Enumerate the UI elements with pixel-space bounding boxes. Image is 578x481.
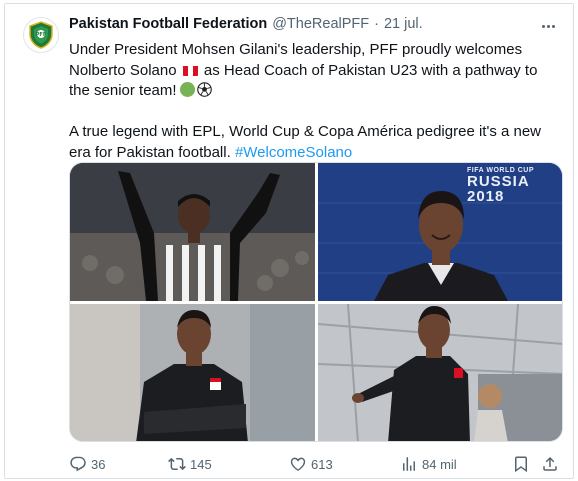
author-name[interactable]: Pakistan Football Federation (69, 16, 267, 32)
peru-flag-icon (182, 64, 198, 76)
retweet-button[interactable]: 145 (168, 453, 212, 475)
tweet-text: Under President Mohsen Gilani's leadersh… (69, 40, 561, 163)
wc-logo-main: RUSSIA (466, 173, 530, 190)
photo-world-cup-portrait[interactable]: FIFA WORLD CUP RUSSIA 2018 (318, 163, 562, 301)
photo-arms-crossed[interactable] (70, 304, 315, 441)
photo-1-art (70, 163, 315, 301)
green-circle-icon (179, 82, 195, 97)
pff-logo-icon: PFF (29, 21, 53, 49)
media-grid: FIFA WORLD CUP RUSSIA 2018 (69, 162, 563, 442)
bookmark-icon (515, 456, 527, 473)
photo-celebrating[interactable] (70, 163, 315, 301)
retweet-count: 145 (190, 456, 212, 472)
author-handle[interactable]: @TheRealPFF (272, 16, 369, 32)
more-options-button[interactable] (537, 16, 559, 36)
tweet-date[interactable]: 21 jul. (384, 16, 423, 32)
photo-pointing-sideline[interactable] (318, 304, 562, 441)
views-icon (403, 457, 415, 471)
views-button[interactable]: 84 mil (400, 453, 457, 475)
world-cup-logo: FIFA WORLD CUP RUSSIA 2018 (467, 167, 534, 204)
reply-icon (70, 456, 86, 472)
photo-3-art (70, 304, 315, 441)
bookmark-button[interactable] (512, 453, 530, 475)
separator-dot: · (374, 16, 379, 32)
like-icon (290, 457, 306, 471)
tweet-paragraph-2: A true legend with EPL, World Cup & Copa… (69, 122, 561, 163)
tweet-card[interactable]: PFF Pakistan Football Federation @TheRea… (4, 3, 574, 479)
share-icon (543, 456, 557, 471)
more-icon (541, 24, 555, 28)
views-count: 84 mil (422, 456, 457, 472)
hashtag-link[interactable]: #WelcomeSolano (235, 144, 352, 161)
tweet-actions: 36 145 613 84 mil (65, 453, 565, 475)
author-avatar[interactable]: PFF (23, 17, 59, 53)
reply-count: 36 (91, 456, 106, 472)
tweet-header: Pakistan Football Federation @TheRealPFF… (69, 16, 423, 36)
photo-4-art (318, 304, 562, 441)
soccer-ball-icon (196, 82, 212, 97)
like-button[interactable]: 613 (289, 453, 333, 475)
svg-text:PFF: PFF (36, 32, 47, 38)
wc-logo-year: 2018 (466, 188, 505, 205)
retweet-icon (168, 457, 186, 471)
share-button[interactable] (541, 453, 559, 475)
reply-button[interactable]: 36 (69, 453, 105, 475)
like-count: 613 (311, 456, 333, 472)
tweet-paragraph-1: Under President Mohsen Gilani's leadersh… (69, 40, 561, 102)
